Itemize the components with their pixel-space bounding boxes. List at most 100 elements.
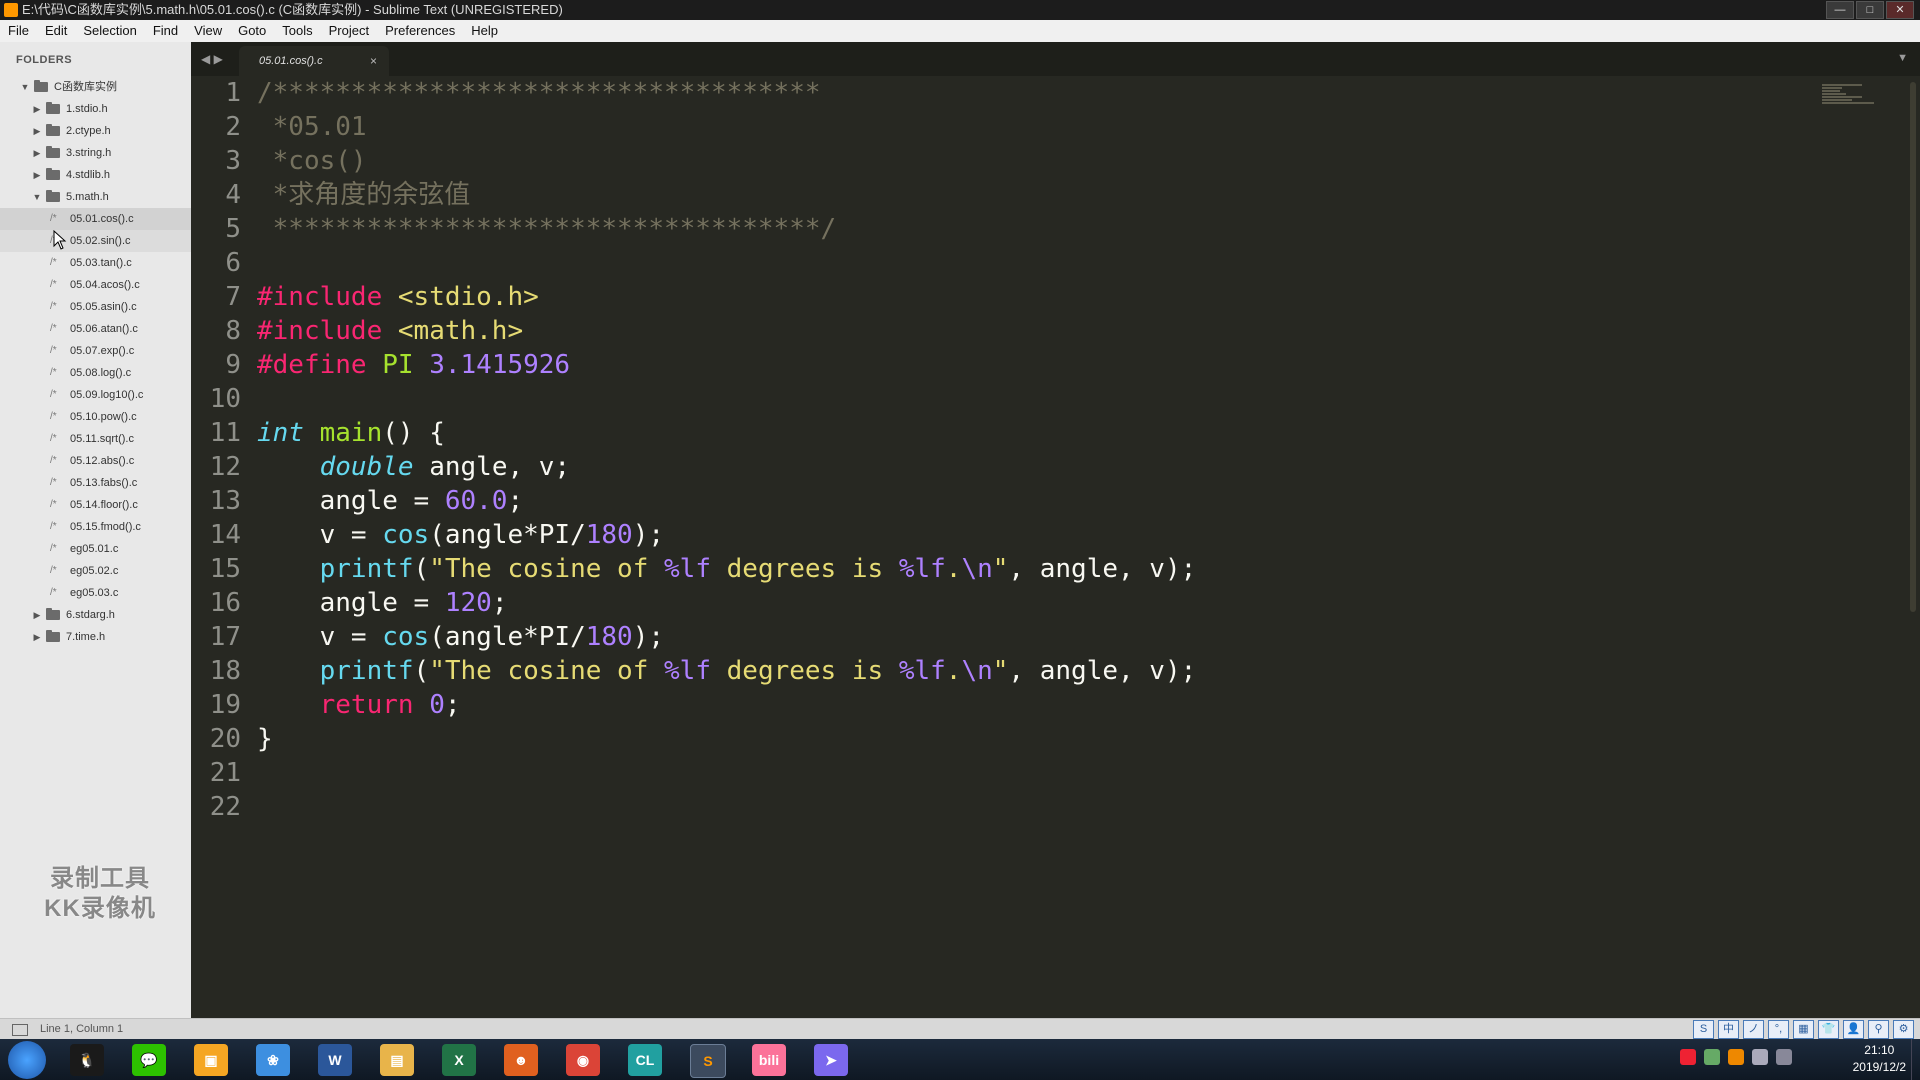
sidebar-file[interactable]: /* 05.06.atan().c (0, 318, 191, 340)
ime-icon[interactable]: °, (1768, 1020, 1789, 1039)
code-line[interactable] (257, 756, 1196, 790)
sidebar-folder[interactable]: ▶ 2.ctype.h (0, 120, 191, 142)
code-line[interactable]: angle = 120; (257, 586, 1196, 620)
photos-icon[interactable]: ❀ (256, 1044, 290, 1076)
show-desktop-button[interactable] (1911, 1039, 1920, 1080)
disclosure-open-icon[interactable]: ▼ (32, 186, 42, 208)
sidebar-folder[interactable]: ▶ 7.time.h (0, 626, 191, 648)
chrome-icon[interactable]: ◉ (566, 1044, 600, 1076)
sidebar-folder[interactable]: ▼ 5.math.h (0, 186, 191, 208)
code-line[interactable]: } (257, 722, 1196, 756)
sidebar-folder[interactable]: ▶ 4.stdlib.h (0, 164, 191, 186)
ime-icon[interactable]: 中 (1718, 1020, 1739, 1039)
sidebar-file[interactable]: /* 05.05.asin().c (0, 296, 191, 318)
start-button[interactable] (8, 1041, 46, 1079)
menu-find[interactable]: Find (145, 20, 186, 42)
game-icon[interactable]: ☻ (504, 1044, 538, 1076)
code-line[interactable]: double angle, v; (257, 450, 1196, 484)
tab-nav-arrows[interactable]: ◀ ▶ (201, 52, 223, 66)
tray-volume-icon[interactable] (1752, 1049, 1768, 1065)
tab-dropdown-icon[interactable]: ▼ (1897, 52, 1908, 64)
ime-icon[interactable]: 👕 (1818, 1020, 1839, 1039)
tab-close-icon[interactable]: × (370, 54, 377, 68)
disclosure-open-icon[interactable]: ▼ (20, 76, 30, 98)
sidebar-file[interactable]: /* 05.09.log10().c (0, 384, 191, 406)
sidebar-file[interactable]: /* 05.07.exp().c (0, 340, 191, 362)
code-editor[interactable]: 1 2 3 4 5 6 7 8 9 10 11 12 13 14 15 16 17 18 19 20 21 22 /***… (191, 76, 1920, 1018)
code-line[interactable]: *求角度的余弦值 (257, 178, 1196, 212)
ime-icon[interactable]: ⚲ (1868, 1020, 1889, 1039)
kite-icon[interactable]: ➤ (814, 1044, 848, 1076)
menu-file[interactable]: File (0, 20, 37, 42)
sidebar-file[interactable]: /* 05.01.cos().c (0, 208, 191, 230)
sidebar-file[interactable]: /* 05.04.acos().c (0, 274, 191, 296)
sidebar-file[interactable]: /* eg05.03.c (0, 582, 191, 604)
sidebar-file[interactable]: /* eg05.01.c (0, 538, 191, 560)
sidebar-file[interactable]: /* 05.15.fmod().c (0, 516, 191, 538)
sidebar-file[interactable]: /* 05.03.tan().c (0, 252, 191, 274)
ime-icon[interactable]: S (1693, 1020, 1714, 1039)
sidebar-file[interactable]: /* 05.12.abs().c (0, 450, 191, 472)
code-line[interactable]: angle = 60.0; (257, 484, 1196, 518)
sidebar-file[interactable]: /* eg05.02.c (0, 560, 191, 582)
sidebar-file[interactable]: /* 05.13.fabs().c (0, 472, 191, 494)
disclosure-closed-icon[interactable]: ▶ (32, 604, 42, 626)
code-line[interactable] (257, 382, 1196, 416)
menu-view[interactable]: View (186, 20, 230, 42)
sublime-icon[interactable]: S (690, 1044, 726, 1078)
menu-preferences[interactable]: Preferences (377, 20, 463, 42)
code-line[interactable]: v = cos(angle*PI/180); (257, 620, 1196, 654)
tab-active[interactable]: 05.01.cos().c × (239, 46, 389, 76)
tray-network-icon[interactable] (1704, 1049, 1720, 1065)
code-line[interactable]: return 0; (257, 688, 1196, 722)
bilibili-icon[interactable]: bili (752, 1044, 786, 1076)
minimize-button[interactable]: — (1826, 1, 1854, 19)
code-line[interactable]: int main() { (257, 416, 1196, 450)
code-line[interactable]: printf("The cosine of %lf degrees is %lf… (257, 552, 1197, 586)
ime-icon[interactable]: 👤 (1843, 1020, 1864, 1039)
code-line[interactable]: #include <math.h> (257, 314, 1196, 348)
menu-selection[interactable]: Selection (75, 20, 144, 42)
menu-tools[interactable]: Tools (274, 20, 320, 42)
code-line[interactable]: *cos() (257, 144, 1196, 178)
code-line[interactable]: *05.01 (257, 110, 1196, 144)
sidebar-file[interactable]: /* 05.02.sin().c (0, 230, 191, 252)
code-line[interactable]: #include <stdio.h> (257, 280, 1196, 314)
wechat-icon[interactable]: 💬 (132, 1044, 166, 1076)
minimap[interactable] (1822, 84, 1882, 114)
sidebar-folder[interactable]: ▶ 1.stdio.h (0, 98, 191, 120)
ime-icon[interactable]: ノ (1743, 1020, 1764, 1039)
qq-icon[interactable]: 🐧 (70, 1044, 104, 1076)
word-icon[interactable]: W (318, 1044, 352, 1076)
sidebar-file[interactable]: /* 05.10.pow().c (0, 406, 191, 428)
code-line[interactable]: printf("The cosine of %lf degrees is %lf… (257, 654, 1197, 688)
sidebar-file[interactable]: /* 05.08.log().c (0, 362, 191, 384)
tray-flag-icon[interactable] (1776, 1049, 1792, 1065)
sidebar-file[interactable]: /* 05.14.floor().c (0, 494, 191, 516)
code-line[interactable]: v = cos(angle*PI/180); (257, 518, 1196, 552)
code-area[interactable]: /*********************************** *05… (257, 76, 1196, 824)
close-button[interactable]: ✕ (1886, 1, 1914, 19)
code-line[interactable] (257, 790, 1196, 824)
disclosure-closed-icon[interactable]: ▶ (32, 98, 42, 120)
sidebar-file[interactable]: /* 05.11.sqrt().c (0, 428, 191, 450)
code-line[interactable] (257, 246, 1196, 280)
sidebar-folder[interactable]: ▼ C函数库实例 (0, 76, 191, 98)
ime-icon[interactable]: ⚙ (1893, 1020, 1914, 1039)
tray-qq-icon[interactable] (1680, 1049, 1696, 1065)
console-icon[interactable] (12, 1024, 28, 1036)
ime-icon[interactable]: ▦ (1793, 1020, 1814, 1039)
excel-icon[interactable]: X (442, 1044, 476, 1076)
sidebar-folder[interactable]: ▶ 6.stdarg.h (0, 604, 191, 626)
clock[interactable]: 21:10 2019/12/2 (1853, 1042, 1906, 1076)
code-line[interactable]: #define PI 3.1415926 (257, 348, 1196, 382)
code-line[interactable]: ***********************************/ (257, 212, 1196, 246)
explorer-icon[interactable]: ▤ (380, 1044, 414, 1076)
menu-project[interactable]: Project (321, 20, 377, 42)
disclosure-closed-icon[interactable]: ▶ (32, 142, 42, 164)
code-line[interactable]: /*********************************** (257, 76, 1196, 110)
vertical-scrollbar[interactable] (1910, 82, 1916, 612)
disclosure-closed-icon[interactable]: ▶ (32, 120, 42, 142)
menu-help[interactable]: Help (463, 20, 506, 42)
tray-app-icon[interactable] (1728, 1049, 1744, 1065)
